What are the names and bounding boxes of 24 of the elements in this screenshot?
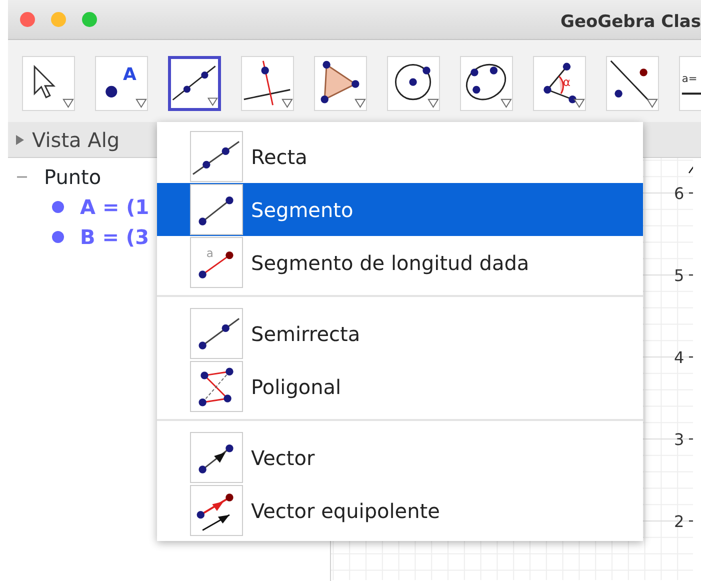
tool-button[interactable]: α bbox=[533, 56, 586, 111]
point-definition[interactable]: A = (1 bbox=[80, 192, 150, 222]
tool-button[interactable]: a= bbox=[679, 56, 701, 111]
axis-label: 2 bbox=[674, 512, 684, 531]
axis-label: 6 bbox=[674, 184, 684, 203]
menu-item[interactable]: a Segmento de longitud dada bbox=[157, 236, 643, 289]
axis-label: 4 bbox=[674, 348, 684, 367]
tool-button[interactable]: A bbox=[95, 56, 148, 111]
menu-item[interactable]: Vector bbox=[157, 431, 643, 484]
menu-item[interactable]: Recta bbox=[157, 130, 643, 183]
menu-item[interactable]: Semirrecta bbox=[157, 307, 643, 360]
menu-item[interactable]: Poligonal bbox=[157, 360, 643, 413]
point-definition[interactable]: B = (3 bbox=[80, 222, 149, 252]
window-title: GeoGebra Clas bbox=[560, 10, 701, 34]
group-label: Punto bbox=[44, 164, 102, 191]
axis-label: 5 bbox=[674, 266, 684, 285]
icon-glyph: a bbox=[206, 246, 214, 260]
tool-glyph: a= bbox=[682, 73, 698, 86]
tool-glyph: A bbox=[122, 65, 136, 86]
tool-glyph: α bbox=[562, 74, 570, 89]
menu-item[interactable]: Vector equipolente bbox=[157, 484, 643, 537]
panel-title: Vista Alg bbox=[32, 126, 120, 154]
menu-item[interactable]: Segmento bbox=[157, 183, 643, 236]
axis-label: 3 bbox=[674, 430, 684, 449]
